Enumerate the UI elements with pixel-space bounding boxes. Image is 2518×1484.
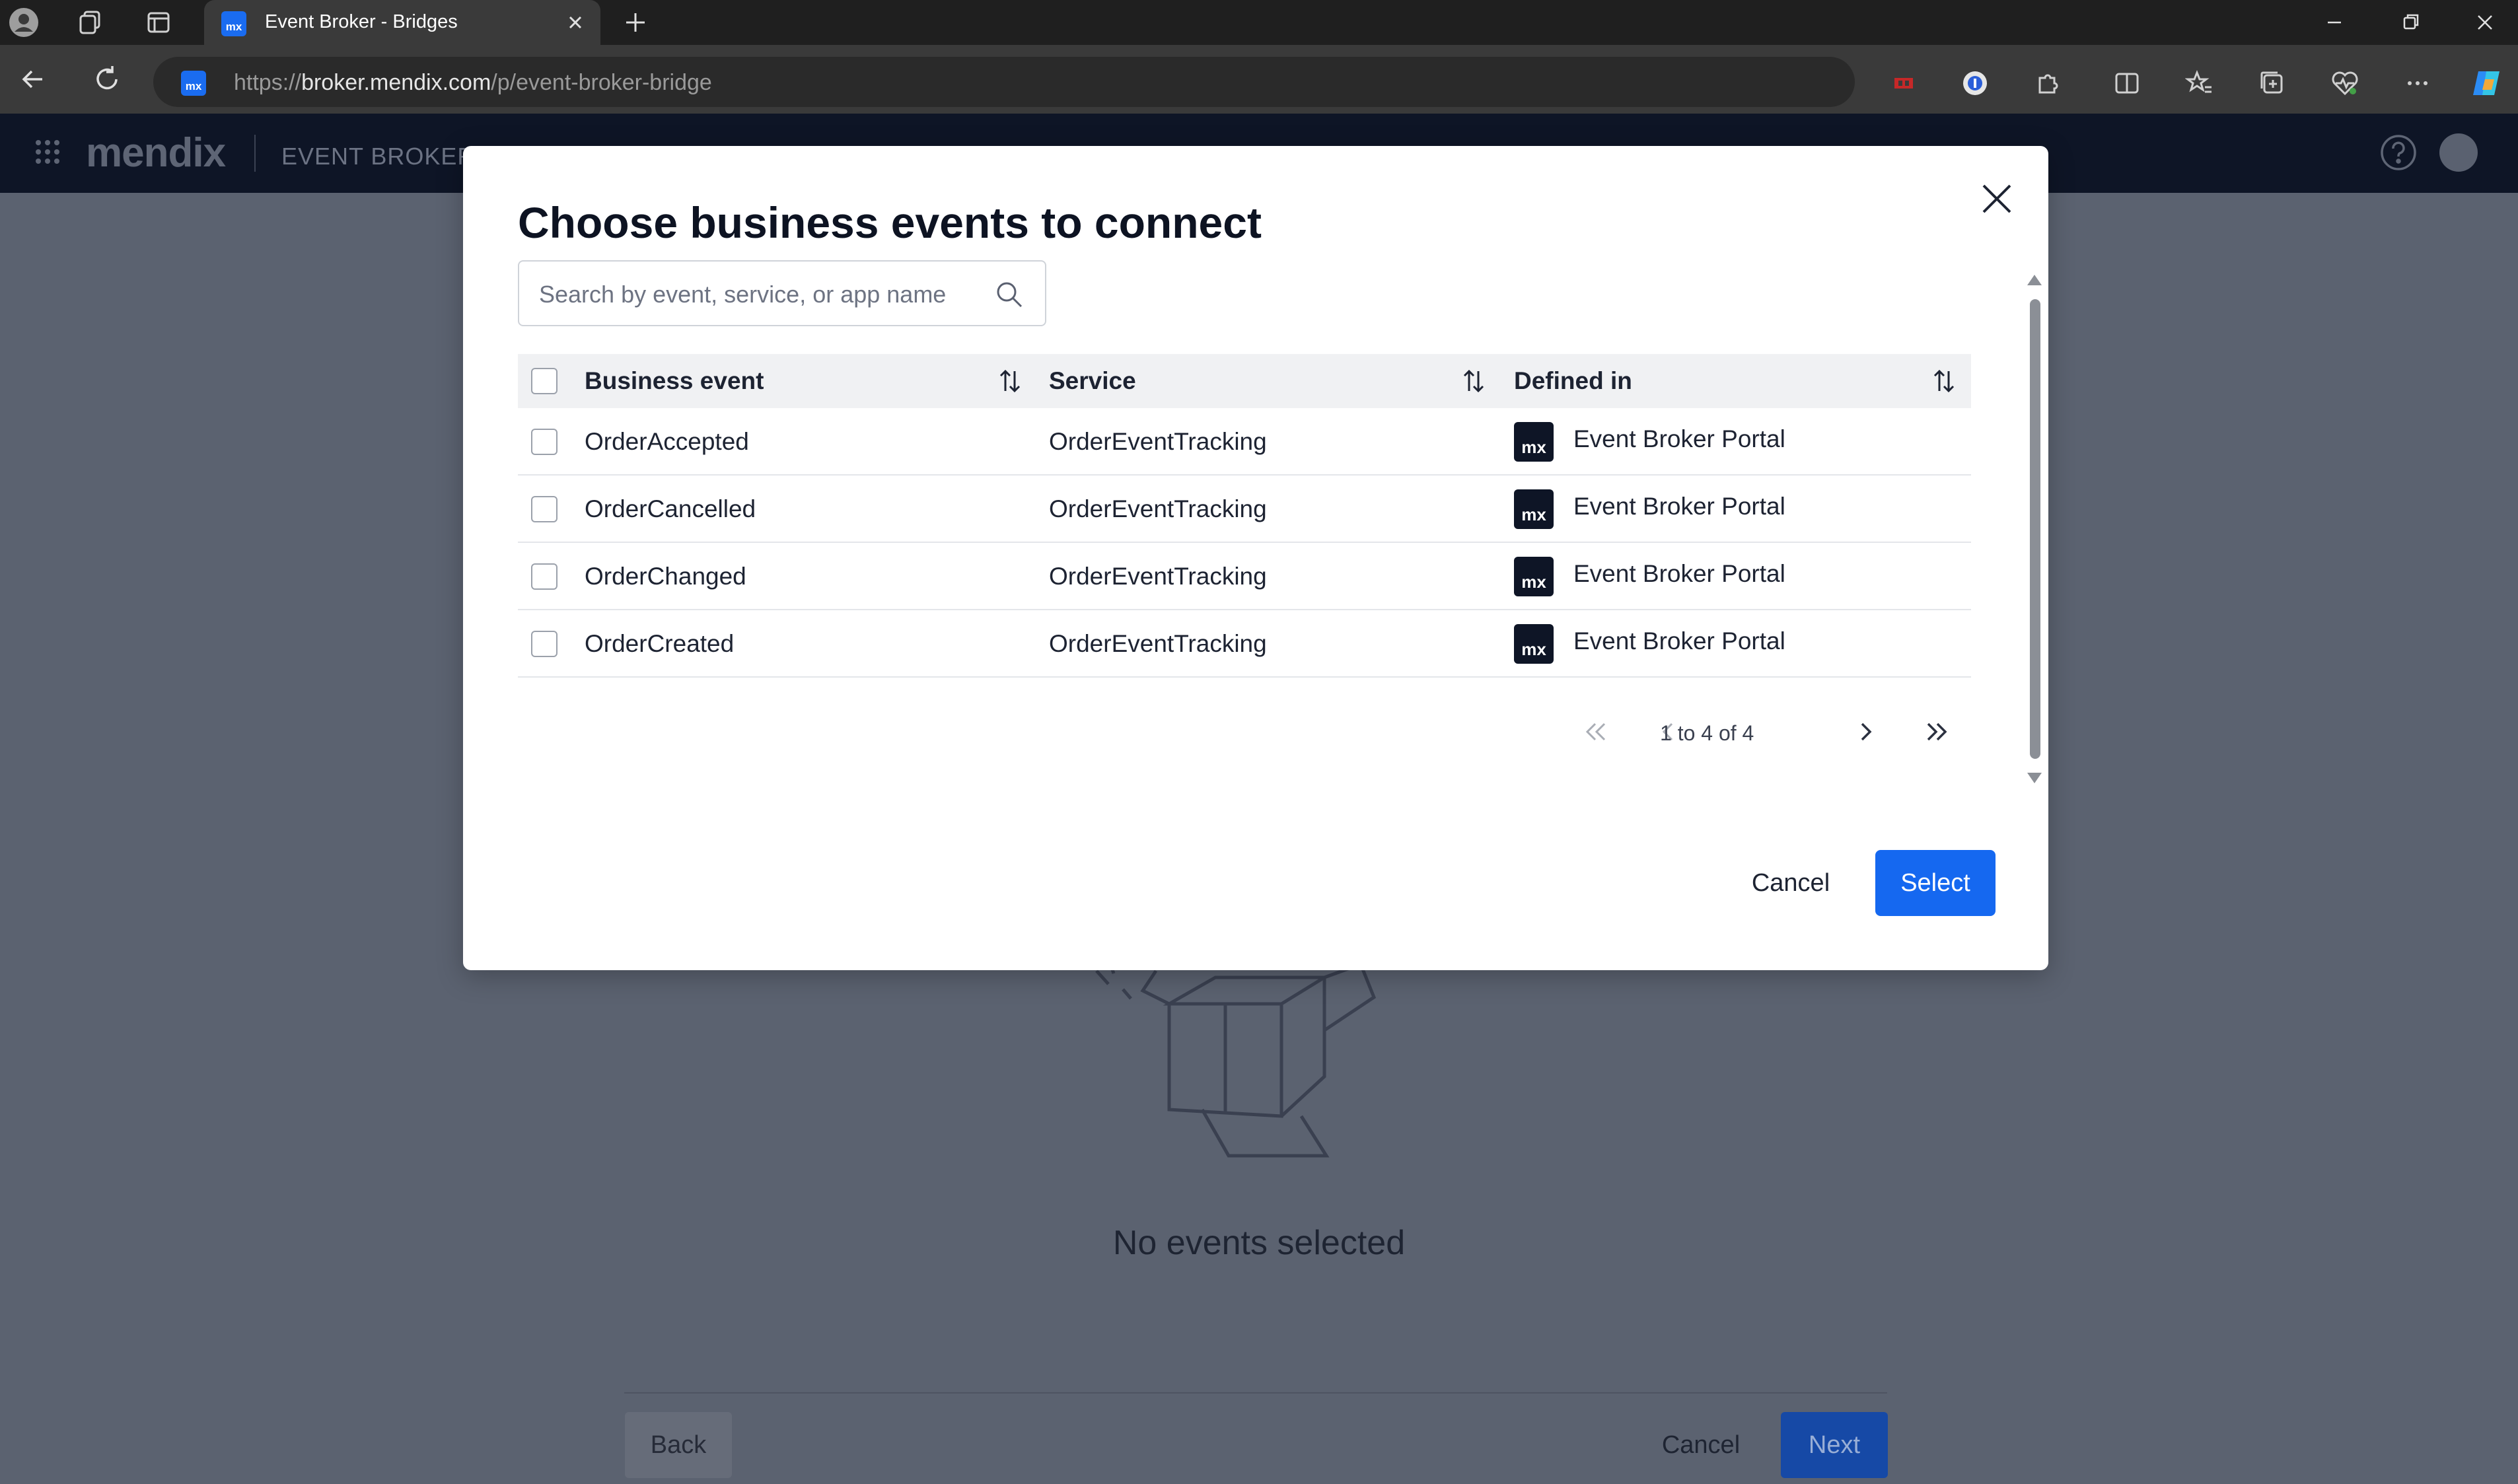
business-event-cell: OrderCancelled xyxy=(585,495,756,522)
next-page-icon[interactable] xyxy=(1848,715,1882,749)
sort-icon[interactable] xyxy=(1458,366,1489,396)
select-all-checkbox[interactable] xyxy=(531,368,558,394)
tab-actions-icon[interactable] xyxy=(143,7,174,38)
table-row[interactable]: OrderChanged OrderEventTracking mx Event… xyxy=(518,543,1971,610)
mendix-app-icon: mx xyxy=(1514,489,1554,529)
business-event-cell: OrderCreated xyxy=(585,630,735,657)
empty-state-text: No events selected xyxy=(1112,1224,1406,1262)
service-cell: OrderEventTracking xyxy=(1049,428,1267,455)
defined-in-cell: Event Broker Portal xyxy=(1573,560,1785,587)
select-button[interactable]: Select xyxy=(1875,850,1996,916)
copilot-icon[interactable] xyxy=(2469,66,2503,100)
service-cell: OrderEventTracking xyxy=(1049,630,1267,657)
search-field xyxy=(518,260,1046,326)
table-row[interactable]: OrderAccepted OrderEventTracking mx Even… xyxy=(518,408,1971,476)
mendix-app-icon: mx xyxy=(1514,557,1554,596)
workspaces-icon[interactable] xyxy=(74,7,106,38)
collections-icon[interactable] xyxy=(2255,66,2289,100)
footer-divider xyxy=(624,1392,1887,1394)
service-cell: OrderEventTracking xyxy=(1049,563,1267,590)
favorites-icon[interactable] xyxy=(2182,66,2217,100)
new-tab-icon[interactable] xyxy=(621,8,650,37)
mendix-app-icon: mx xyxy=(1514,422,1554,462)
close-window-icon[interactable] xyxy=(2470,8,2500,37)
row-checkbox[interactable] xyxy=(531,496,558,522)
last-page-icon[interactable] xyxy=(1919,715,1953,749)
tab-title: Event Broker - Bridges xyxy=(265,11,458,32)
password-manager-icon[interactable] xyxy=(1958,66,1992,100)
defined-in-cell: Event Broker Portal xyxy=(1573,425,1785,452)
mendix-favicon-icon: mx xyxy=(221,11,246,36)
scroll-down-arrow-icon[interactable] xyxy=(2026,771,2043,785)
more-options-icon[interactable] xyxy=(2400,66,2435,100)
choose-events-dialog: Choose business events to connect Busine… xyxy=(463,146,2048,970)
table-row[interactable]: OrderCancelled OrderEventTracking mx Eve… xyxy=(518,476,1971,543)
health-icon[interactable] xyxy=(2328,66,2362,100)
mendix-app-icon: mx xyxy=(1514,624,1554,664)
app-switcher-grid-icon[interactable] xyxy=(34,139,61,165)
first-page-icon[interactable] xyxy=(1579,715,1614,749)
business-event-cell: OrderChanged xyxy=(585,563,746,590)
search-input[interactable] xyxy=(539,276,975,313)
profile-icon[interactable] xyxy=(8,7,40,38)
wizard-cancel-button[interactable]: Cancel xyxy=(1651,1412,1750,1478)
scrollbar-thumb[interactable] xyxy=(2030,299,2040,759)
mendix-favicon-icon: mx xyxy=(181,71,206,96)
tab-event-broker[interactable]: mx Event Broker - Bridges xyxy=(204,0,600,46)
back-button[interactable]: Back xyxy=(625,1412,732,1478)
row-checkbox[interactable] xyxy=(531,631,558,657)
app-name: EVENT BROKER xyxy=(281,143,476,170)
empty-box-illustration xyxy=(1083,958,1453,1176)
dialog-title: Choose business events to connect xyxy=(518,198,1262,247)
column-header-defined-in[interactable]: Defined in xyxy=(1514,354,1632,408)
user-avatar[interactable] xyxy=(2439,133,2478,172)
url-text: https://broker.mendix.com/p/event-broker… xyxy=(234,70,712,95)
mendix-logo[interactable]: mendix xyxy=(86,129,226,176)
extension-red-icon[interactable] xyxy=(1887,66,1921,100)
service-cell: OrderEventTracking xyxy=(1049,495,1267,522)
close-dialog-icon[interactable] xyxy=(1977,179,2017,219)
business-event-cell: OrderAccepted xyxy=(585,428,749,455)
column-header-service[interactable]: Service xyxy=(1049,354,1136,408)
defined-in-cell: Event Broker Portal xyxy=(1573,493,1785,520)
table-row[interactable]: OrderCreated OrderEventTracking mx Event… xyxy=(518,610,1971,678)
row-checkbox[interactable] xyxy=(531,563,558,590)
split-screen-icon[interactable] xyxy=(2110,66,2144,100)
help-icon[interactable] xyxy=(2379,133,2418,172)
pagination-range: 1 to 4 of 4 xyxy=(1660,721,1754,745)
address-bar[interactable]: mx https://broker.mendix.com/p/event-bro… xyxy=(153,57,1855,107)
restore-icon[interactable] xyxy=(2396,8,2426,37)
refresh-icon[interactable] xyxy=(90,62,124,96)
events-table: Business event Service Defined in OrderA… xyxy=(518,354,1971,678)
minimize-icon[interactable] xyxy=(2320,8,2349,37)
scroll-up-arrow-icon[interactable] xyxy=(2026,273,2043,287)
defined-in-cell: Event Broker Portal xyxy=(1573,627,1785,654)
column-header-business-event[interactable]: Business event xyxy=(585,354,764,408)
sort-icon[interactable] xyxy=(995,366,1025,396)
search-icon[interactable] xyxy=(993,279,1025,310)
back-arrow-icon[interactable] xyxy=(16,62,50,96)
close-tab-icon[interactable] xyxy=(562,9,589,36)
header-divider xyxy=(254,135,256,172)
row-checkbox[interactable] xyxy=(531,429,558,455)
extensions-icon[interactable] xyxy=(2031,66,2065,100)
table-header: Business event Service Defined in xyxy=(518,354,1971,408)
sort-icon[interactable] xyxy=(1929,366,1959,396)
next-button[interactable]: Next xyxy=(1781,1412,1888,1478)
browser-tab-bar: mx Event Broker - Bridges xyxy=(0,0,2518,46)
cancel-button[interactable]: Cancel xyxy=(1725,850,1857,916)
